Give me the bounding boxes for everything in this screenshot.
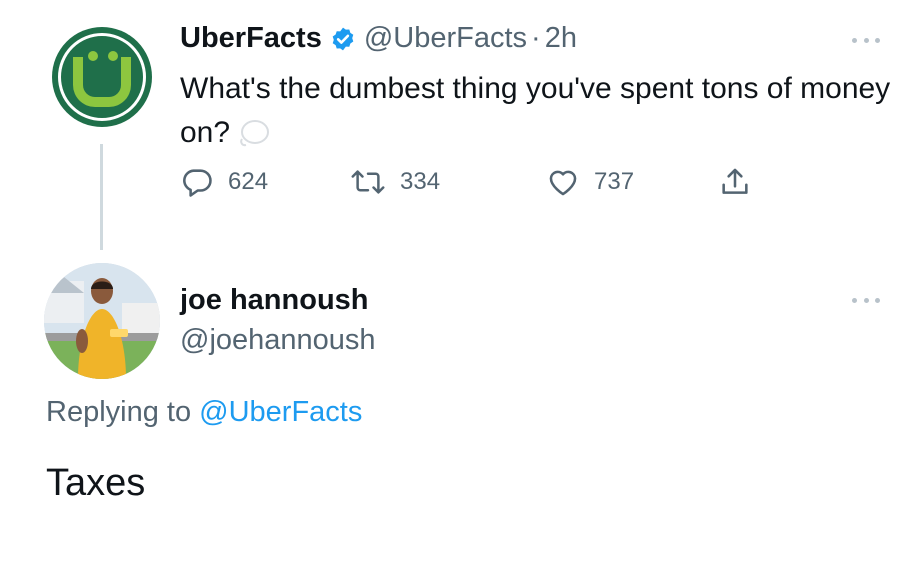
retweet-icon: [351, 170, 385, 194]
retweet-count: 334: [400, 168, 441, 195]
tweet-author-handle[interactable]: @UberFacts: [364, 22, 527, 55]
retweet-button[interactable]: 334: [350, 165, 440, 199]
thread-connector-line: [100, 144, 103, 250]
tweet-body: What's the dumbest thing you've spent to…: [180, 72, 891, 149]
uberfacts-logo-icon: [73, 57, 131, 107]
tweet-more-options-icon[interactable]: [852, 36, 880, 44]
replying-to-line: Replying to @UberFacts: [46, 396, 362, 429]
share-button[interactable]: [718, 165, 752, 199]
header-separator: ·: [531, 22, 541, 54]
reply-button[interactable]: 624: [180, 165, 268, 199]
reply-author-name[interactable]: joe hannoush: [180, 284, 369, 317]
replying-to-label: Replying to: [46, 396, 192, 428]
reply-author-handle[interactable]: @joehannoush: [180, 324, 376, 357]
tweet-author-name[interactable]: UberFacts: [180, 22, 322, 55]
tweet-timestamp[interactable]: 2h: [545, 22, 577, 55]
reply-count: 624: [228, 168, 269, 195]
like-count: 737: [594, 168, 635, 195]
reply-icon: [183, 169, 212, 197]
verified-badge-icon: [332, 27, 354, 50]
thinking-face-emoji-icon: [240, 120, 270, 147]
uberfacts-avatar[interactable]: [52, 27, 152, 127]
reply-more-options-icon[interactable]: [852, 296, 880, 304]
replying-to-mention-link[interactable]: @UberFacts: [199, 396, 362, 428]
tweet-action-bar: 624 334 737: [180, 165, 800, 205]
joe-hannoush-avatar[interactable]: [44, 263, 160, 379]
heart-icon: [549, 170, 577, 196]
profile-photo-icon: [44, 263, 160, 379]
tweet-text: What's the dumbest thing you've spent to…: [180, 67, 900, 155]
reply-text: Taxes: [46, 462, 146, 504]
tweet-header: UberFacts @UberFacts · 2h: [180, 22, 577, 55]
share-icon: [722, 168, 748, 194]
like-button[interactable]: 737: [546, 165, 634, 199]
